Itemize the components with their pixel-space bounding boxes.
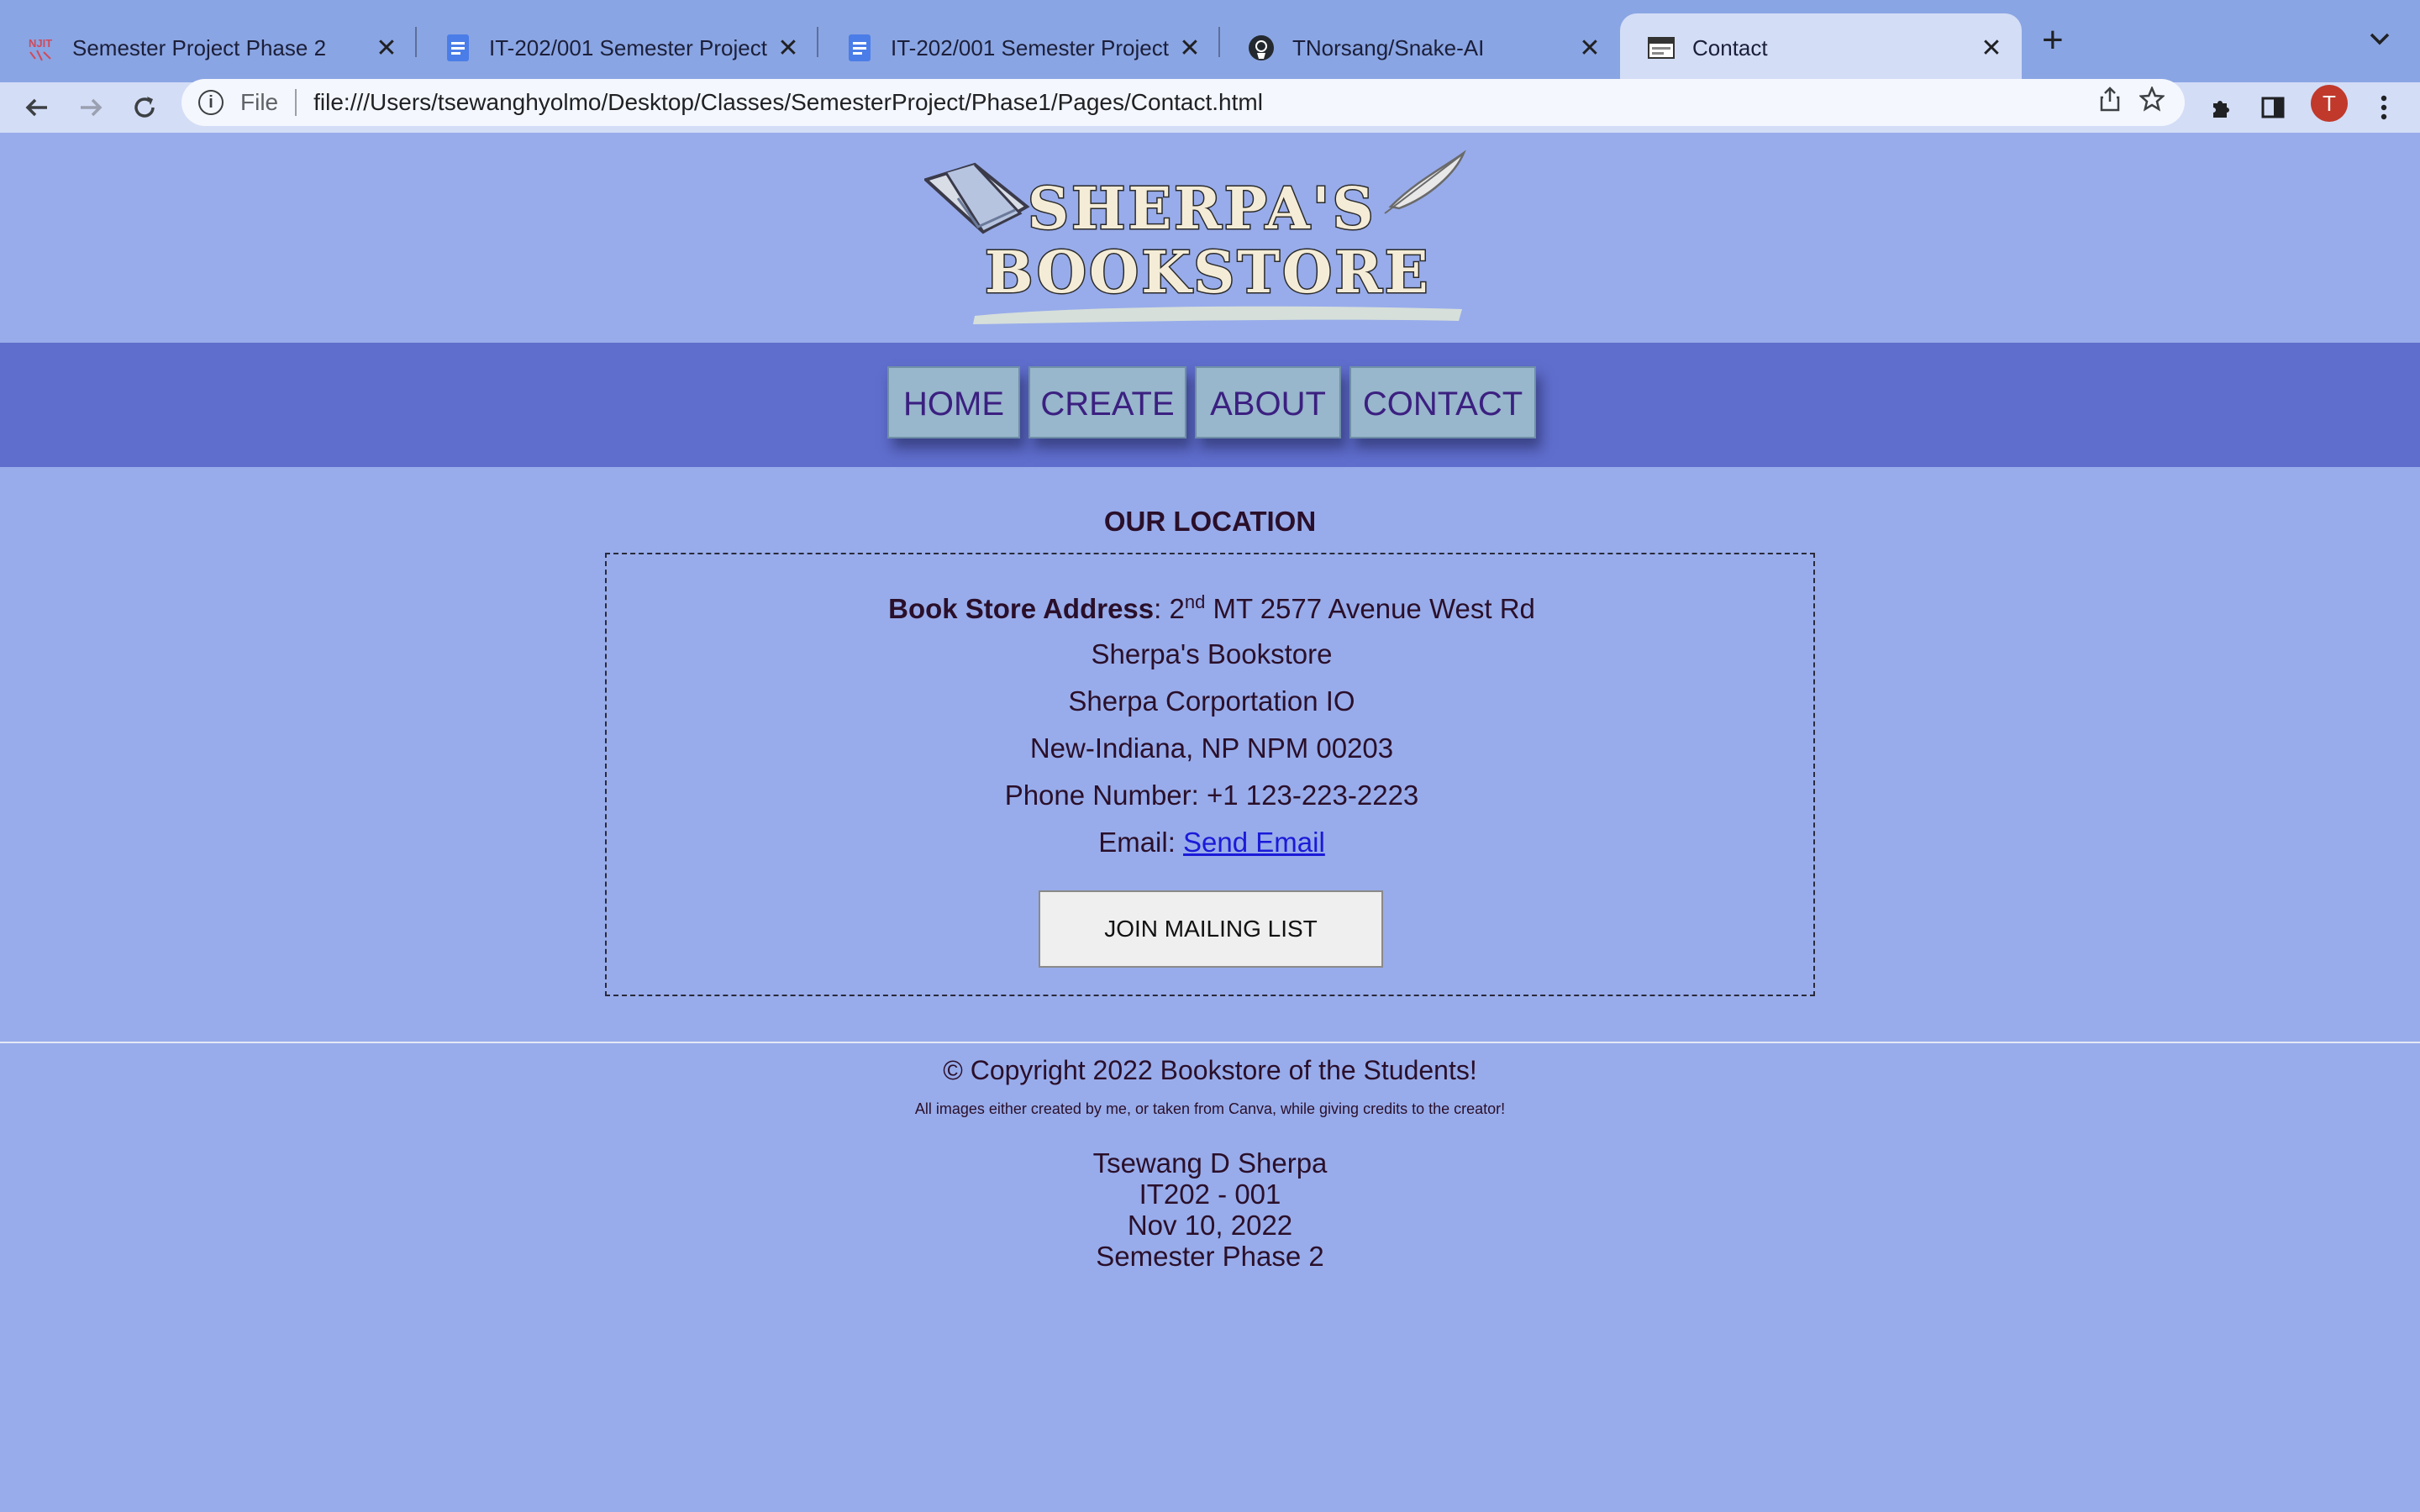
footer-copyright: © Copyright 2022 Bookstore of the Studen… [943, 1055, 1477, 1085]
phone-number: Phone Number: +1 123-223-2223 [1004, 780, 1419, 811]
tab-title: IT-202/001 Semester Project B [891, 34, 1173, 60]
address-line: Book Store Address: 2nd MT 2577 Avenue W… [607, 591, 1817, 625]
nav-about[interactable]: ABOUT [1195, 366, 1341, 438]
close-icon[interactable]: ✕ [771, 34, 805, 63]
address-label: Book Store Address [888, 593, 1155, 624]
bookmark-star-icon[interactable] [2131, 85, 2173, 118]
profile-avatar[interactable]: T [2311, 85, 2348, 122]
site-nav: HOME CREATE ABOUT CONTACT [0, 366, 2420, 438]
new-tab-button[interactable]: + [2042, 22, 2064, 59]
footer-signature: Tsewang D Sherpa IT202 - 001 Nov 10, 202… [0, 1147, 2420, 1272]
join-mailing-list-button[interactable]: JOIN MAILING LIST [1039, 890, 1383, 968]
quill-icon [1384, 150, 1466, 214]
github-icon [1247, 34, 1276, 62]
tab-snake-ai[interactable]: TNorsang/Snake-AI ✕ [1220, 13, 1620, 82]
side-panel-icon[interactable] [2252, 82, 2294, 133]
tab-search-icon[interactable] [2368, 25, 2391, 54]
store-name: Sherpa's Bookstore [1091, 638, 1333, 669]
address-bar[interactable]: i File file:///Users/tsewanghyolmo/Deskt… [182, 79, 2185, 126]
tab-title: IT-202/001 Semester Project B [489, 34, 771, 60]
page-icon [1647, 34, 1676, 62]
footer-credits-note: All images either created by me, or take… [914, 1100, 1506, 1117]
close-icon[interactable]: ✕ [1173, 34, 1207, 63]
reload-icon[interactable] [121, 82, 168, 133]
tab-strip: NJIT Semester Project Phase 2 ✕ IT-202/0… [0, 0, 2420, 82]
extensions-icon[interactable] [2200, 82, 2242, 133]
email-label: Email: [1098, 827, 1184, 858]
corporation-name: Sherpa Corportation IO [1068, 685, 1355, 717]
site-info-icon[interactable]: i [198, 90, 224, 115]
back-icon[interactable] [13, 82, 60, 133]
send-email-link[interactable]: Send Email [1183, 827, 1325, 858]
address-ordinal: nd [1184, 591, 1206, 612]
tab-semester-project-b-1[interactable]: IT-202/001 Semester Project B ✕ [417, 13, 818, 82]
location-box: Book Store Address: 2nd MT 2577 Avenue W… [605, 553, 1815, 996]
tab-title: Semester Project Phase 2 [72, 34, 327, 60]
footer-divider [0, 1042, 2420, 1043]
book-icon [923, 162, 1030, 234]
svg-text:NJIT: NJIT [29, 37, 52, 50]
close-icon[interactable]: ✕ [370, 34, 403, 63]
docs-icon [845, 34, 874, 62]
nav-contact[interactable]: CONTACT [1349, 366, 1536, 438]
close-icon[interactable]: ✕ [1975, 34, 2008, 63]
tab-semester-project-b-2[interactable]: IT-202/001 Semester Project B ✕ [818, 13, 1220, 82]
logo-line-1: SHERPA'S [1028, 176, 1376, 243]
url-text[interactable]: file:///Users/tsewanghyolmo/Desktop/Clas… [313, 89, 2089, 116]
share-icon[interactable] [2089, 87, 2131, 118]
forward-icon[interactable] [67, 82, 114, 133]
close-icon[interactable]: ✕ [1573, 34, 1607, 63]
bookstore-logo[interactable]: SHERPA'S BOOKSTORE [923, 148, 1467, 334]
nav-home[interactable]: HOME [887, 366, 1020, 438]
scheme-label: File [240, 89, 279, 115]
tab-title: Contact [1692, 34, 1768, 60]
page-content: SHERPA'S BOOKSTORE HOME CREATE ABOUT CON… [0, 133, 2420, 1512]
city-state-zip: New-Indiana, NP NPM 00203 [1029, 732, 1394, 764]
logo-line-2: BOOKSTORE [985, 239, 1431, 307]
tab-contact[interactable]: Contact ✕ [1620, 13, 2022, 82]
location-heading: OUR LOCATION [1103, 506, 1317, 537]
submission-date: Nov 10, 2022 [1127, 1210, 1293, 1241]
author-name: Tsewang D Sherpa [1092, 1147, 1328, 1179]
nav-create[interactable]: CREATE [1028, 366, 1186, 438]
address-street: MT 2577 Avenue West Rd [1205, 593, 1535, 624]
email-line: Email: Send Email [607, 827, 1817, 858]
tab-title: TNorsang/Snake-AI [1292, 34, 1485, 60]
kebab-menu-icon[interactable] [2363, 82, 2405, 133]
tab-semester-project-phase-2[interactable]: NJIT Semester Project Phase 2 ✕ [0, 13, 417, 82]
course-code: IT202 - 001 [1139, 1179, 1281, 1210]
omnibox-divider [295, 89, 297, 116]
address-prefix: : 2 [1154, 593, 1185, 624]
docs-icon [444, 34, 472, 62]
njit-icon: NJIT [27, 34, 55, 62]
project-phase: Semester Phase 2 [1096, 1241, 1324, 1272]
